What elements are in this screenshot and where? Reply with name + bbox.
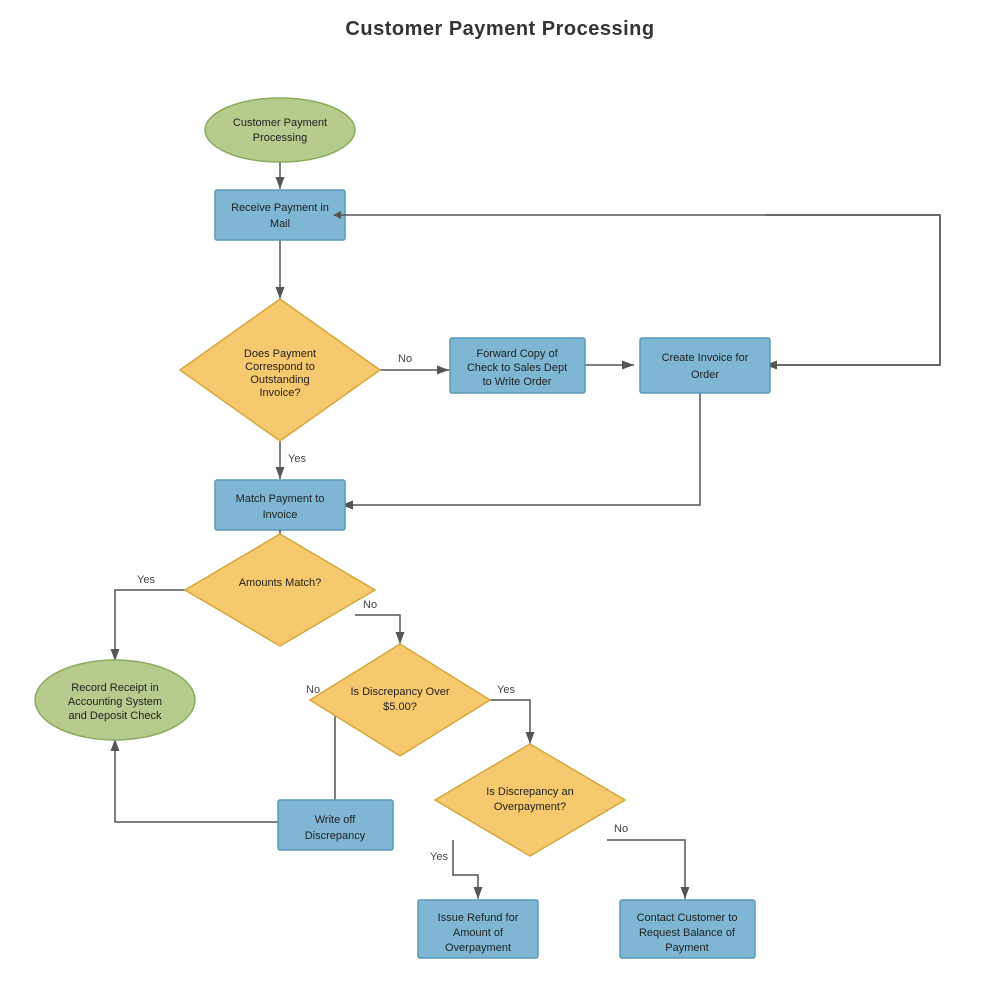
svg-text:Yes: Yes	[137, 574, 155, 586]
svg-text:Write off: Write off	[315, 814, 356, 826]
svg-text:Invoice: Invoice	[263, 509, 298, 521]
svg-text:Match Payment to: Match Payment to	[236, 493, 325, 505]
svg-text:Amount of: Amount of	[453, 927, 504, 939]
svg-text:Issue Refund for: Issue Refund for	[438, 912, 519, 924]
svg-text:Invoice?: Invoice?	[260, 387, 301, 399]
node-amounts	[185, 534, 375, 646]
node-receive	[215, 190, 345, 240]
svg-text:Is Discrepancy Over: Is Discrepancy Over	[350, 686, 449, 698]
svg-text:No: No	[363, 599, 377, 611]
svg-text:Yes: Yes	[430, 851, 448, 863]
svg-text:and Deposit Check: and Deposit Check	[69, 710, 162, 722]
svg-text:Contact Customer to: Contact Customer to	[637, 912, 738, 924]
svg-text:Customer Payment: Customer Payment	[233, 117, 327, 129]
svg-text:Order: Order	[691, 369, 719, 381]
flowchart: No Yes Yes No No Yes Yes No	[0, 0, 1000, 1000]
node-create-invoice	[640, 338, 770, 393]
svg-text:Receive Payment in: Receive Payment in	[231, 202, 329, 214]
node-start	[205, 98, 355, 162]
svg-text:$5.00?: $5.00?	[383, 701, 417, 713]
svg-text:Yes: Yes	[288, 453, 306, 465]
svg-text:No: No	[398, 353, 412, 365]
svg-text:Does Payment: Does Payment	[244, 348, 316, 360]
svg-text:Mail: Mail	[270, 218, 290, 230]
svg-text:No: No	[614, 823, 628, 835]
svg-text:Yes: Yes	[497, 684, 515, 696]
node-match	[215, 480, 345, 530]
svg-text:Correspond to: Correspond to	[245, 361, 315, 373]
svg-text:Is Discrepancy an: Is Discrepancy an	[486, 786, 573, 798]
svg-text:Forward Copy of: Forward Copy of	[476, 348, 558, 360]
svg-text:Processing: Processing	[253, 132, 307, 144]
svg-text:Overpayment: Overpayment	[445, 942, 511, 954]
svg-text:Discrepancy: Discrepancy	[305, 830, 366, 842]
svg-text:Payment: Payment	[665, 942, 708, 954]
svg-text:Outstanding: Outstanding	[250, 374, 309, 386]
svg-text:Check to Sales Dept: Check to Sales Dept	[467, 362, 567, 374]
svg-text:Accounting System: Accounting System	[68, 696, 162, 708]
svg-text:Record Receipt in: Record Receipt in	[71, 682, 158, 694]
svg-text:to Write Order: to Write Order	[483, 376, 552, 388]
svg-text:Request Balance of: Request Balance of	[639, 927, 736, 939]
diagram-container: Customer Payment Processing No Yes Yes N…	[0, 0, 1000, 1000]
svg-text:Amounts Match?: Amounts Match?	[239, 577, 322, 589]
svg-text:Create Invoice for: Create Invoice for	[662, 352, 749, 364]
svg-text:Overpayment?: Overpayment?	[494, 801, 566, 813]
